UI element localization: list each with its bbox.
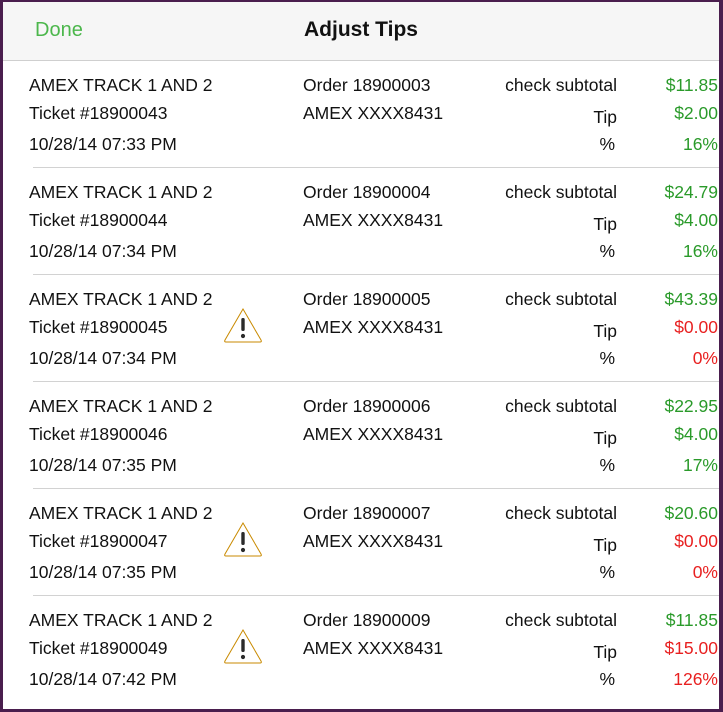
order-number: Order 18900005 [303,289,431,309]
order-number: Order 18900009 [303,610,431,630]
tip-label: Tip [593,642,617,662]
card-type: AMEX TRACK 1 AND 2 [29,75,213,95]
tip-value[interactable]: $0.00 [674,317,718,338]
check-subtotal-label: check subtotal [505,75,617,95]
card-number: AMEX XXXX8431 [303,210,444,230]
tip-row[interactable]: AMEX TRACK 1 AND 2 Ticket #18900049 10/2… [29,596,719,702]
card-number: AMEX XXXX8431 [303,103,444,123]
card-type: AMEX TRACK 1 AND 2 [29,182,213,202]
tip-value[interactable]: $15.00 [664,638,718,659]
check-subtotal-label: check subtotal [505,396,617,416]
percent-label: % [599,455,615,475]
card-number: AMEX XXXX8431 [303,317,444,337]
transaction-datetime: 10/28/14 07:35 PM [29,562,177,582]
transaction-datetime: 10/28/14 07:42 PM [29,669,177,689]
order-number: Order 18900004 [303,182,431,202]
subtotal-value: $11.85 [665,75,718,95]
subtotal-value: $43.39 [664,289,718,309]
order-number: Order 18900006 [303,396,431,416]
ticket-number: Ticket #18900049 [29,638,168,658]
warning-icon [224,629,262,664]
percent-label: % [599,562,615,582]
ticket-number: Ticket #18900044 [29,210,168,230]
tip-row[interactable]: AMEX TRACK 1 AND 2 Ticket #18900046 10/2… [29,382,719,489]
tip-label: Tip [593,321,617,341]
subtotal-value: $20.60 [664,503,718,523]
warning-icon [224,522,262,557]
card-type: AMEX TRACK 1 AND 2 [29,503,213,523]
percent-label: % [599,241,615,261]
check-subtotal-label: check subtotal [505,503,617,523]
percent-value: 126% [673,669,718,689]
card-type: AMEX TRACK 1 AND 2 [29,289,213,309]
check-subtotal-label: check subtotal [505,289,617,309]
card-number: AMEX XXXX8431 [303,638,444,658]
percent-value: 0% [692,562,718,582]
tip-value[interactable]: $2.00 [674,103,718,124]
transaction-datetime: 10/28/14 07:33 PM [29,134,177,154]
tips-list: AMEX TRACK 1 AND 2 Ticket #18900043 10/2… [3,61,719,702]
tip-label: Tip [593,214,617,234]
tip-value[interactable]: $4.00 [674,424,718,445]
tip-row[interactable]: AMEX TRACK 1 AND 2 Ticket #18900045 10/2… [29,275,719,382]
screen: Done Adjust Tips AMEX TRACK 1 AND 2 Tick… [3,2,719,709]
subtotal-value: $24.79 [664,182,718,202]
check-subtotal-label: check subtotal [505,182,617,202]
tip-label: Tip [593,535,617,555]
ticket-number: Ticket #18900046 [29,424,168,444]
tip-value[interactable]: $4.00 [674,210,718,231]
percent-value: 16% [682,241,718,261]
card-type: AMEX TRACK 1 AND 2 [29,396,213,416]
warning-icon [224,308,262,343]
card-type: AMEX TRACK 1 AND 2 [29,610,213,630]
ticket-number: Ticket #18900043 [29,103,168,123]
order-number: Order 18900003 [303,75,431,95]
percent-value: 17% [682,455,718,475]
card-number: AMEX XXXX8431 [303,424,444,444]
ticket-number: Ticket #18900047 [29,531,168,551]
tip-value[interactable]: $0.00 [674,531,718,552]
percent-value: 0% [692,348,718,368]
ticket-number: Ticket #18900045 [29,317,168,337]
percent-label: % [599,134,615,154]
tip-row[interactable]: AMEX TRACK 1 AND 2 Ticket #18900043 10/2… [29,61,719,168]
transaction-datetime: 10/28/14 07:34 PM [29,241,177,261]
tip-label: Tip [593,428,617,448]
percent-label: % [599,669,615,689]
check-subtotal-label: check subtotal [505,610,617,630]
transaction-datetime: 10/28/14 07:35 PM [29,455,177,475]
card-number: AMEX XXXX8431 [303,531,444,551]
page-title: Adjust Tips [304,18,418,41]
percent-value: 16% [682,134,718,154]
tip-row[interactable]: AMEX TRACK 1 AND 2 Ticket #18900044 10/2… [29,168,719,275]
order-number: Order 18900007 [303,503,431,523]
navigation-bar: Done Adjust Tips [3,2,719,61]
percent-label: % [599,348,615,368]
subtotal-value: $22.95 [664,396,718,416]
subtotal-value: $11.85 [665,610,718,630]
tip-row[interactable]: AMEX TRACK 1 AND 2 Ticket #18900047 10/2… [29,489,719,596]
transaction-datetime: 10/28/14 07:34 PM [29,348,177,368]
tip-label: Tip [593,107,617,127]
